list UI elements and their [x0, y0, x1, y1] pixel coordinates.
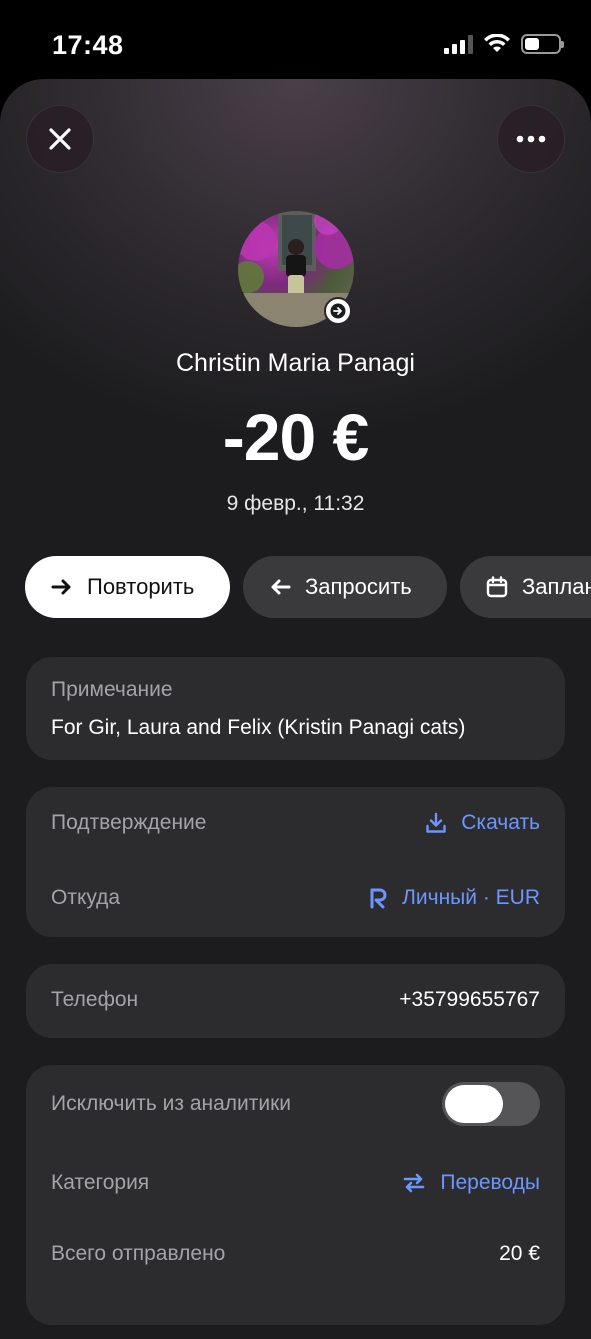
cellular-signal-icon: [444, 34, 473, 54]
request-label: Запросить: [305, 574, 412, 599]
from-account-value: Личный · EUR: [402, 886, 540, 909]
wifi-icon: [484, 34, 510, 52]
category-row: Категория Переводы: [51, 1171, 540, 1195]
phone-value: +35799655767: [399, 988, 540, 1011]
battery-icon: [521, 34, 564, 54]
transaction-amount: -20 €: [222, 400, 369, 474]
note-label: Примечание: [51, 678, 173, 701]
total-sent-row: Всего отправлено 20 €: [51, 1242, 540, 1266]
counterparty-name: Christin Maria Panagi: [176, 349, 415, 377]
phone-row: Телефон +35799655767: [51, 988, 540, 1012]
confirmation-label: Подтверждение: [51, 811, 207, 834]
from-row: Откуда Личный · EUR: [51, 886, 540, 910]
close-button[interactable]: [26, 105, 94, 173]
status-icons: [444, 34, 564, 54]
download-label: Скачать: [461, 811, 540, 834]
category-value: Переводы: [440, 1171, 540, 1194]
more-horizontal-icon: [516, 135, 546, 143]
arrow-left-icon: [271, 579, 291, 595]
repeat-button[interactable]: Повторить: [25, 556, 230, 618]
phone-label: Телефон: [51, 988, 139, 1011]
schedule-label: Заплан: [522, 574, 591, 599]
status-bar: 17:48: [0, 0, 591, 80]
action-buttons: Повторить Запросить Заплан: [25, 556, 591, 618]
transfer-arrows-icon: [404, 1173, 425, 1193]
exclude-analytics-label: Исключить из аналитики: [51, 1092, 292, 1115]
exclude-analytics-row: Исключить из аналитики: [51, 1082, 540, 1126]
schedule-button[interactable]: Заплан: [460, 556, 591, 618]
download-link[interactable]: Скачать: [425, 811, 540, 835]
from-account-link[interactable]: Личный · EUR: [370, 886, 540, 910]
phone-card[interactable]: Телефон +35799655767: [26, 964, 565, 1038]
exclude-analytics-toggle[interactable]: [442, 1082, 540, 1126]
from-label: Откуда: [51, 886, 121, 909]
total-sent-label: Всего отправлено: [51, 1242, 226, 1265]
close-icon: [49, 128, 71, 150]
toggle-knob: [445, 1085, 503, 1123]
total-sent-value: 20 €: [499, 1242, 540, 1265]
calendar-icon: [486, 576, 508, 598]
analytics-card: Исключить из аналитики Категория Перевод…: [26, 1065, 565, 1325]
details-card: Подтверждение Скачать Откуда Личный · EU…: [26, 787, 565, 937]
outgoing-arrow-icon: [324, 297, 352, 325]
note-card[interactable]: Примечание For Gir, Laura and Felix (Kri…: [26, 657, 565, 760]
transaction-sheet: Christin Maria Panagi -20 € 9 февр., 11:…: [0, 79, 591, 1339]
more-button[interactable]: [497, 105, 565, 173]
category-link[interactable]: Переводы: [402, 1171, 540, 1195]
repeat-label: Повторить: [87, 574, 195, 599]
revolut-logo-icon: [370, 888, 387, 909]
arrow-right-icon: [51, 579, 71, 595]
category-label: Категория: [51, 1171, 150, 1194]
transaction-date: 9 февр., 11:32: [226, 492, 365, 515]
request-button[interactable]: Запросить: [243, 556, 447, 618]
status-time: 17:48: [52, 30, 124, 60]
confirmation-row: Подтверждение Скачать: [51, 811, 540, 835]
note-text: For Gir, Laura and Felix (Kristin Panagi…: [51, 716, 466, 739]
download-icon: [426, 812, 446, 833]
